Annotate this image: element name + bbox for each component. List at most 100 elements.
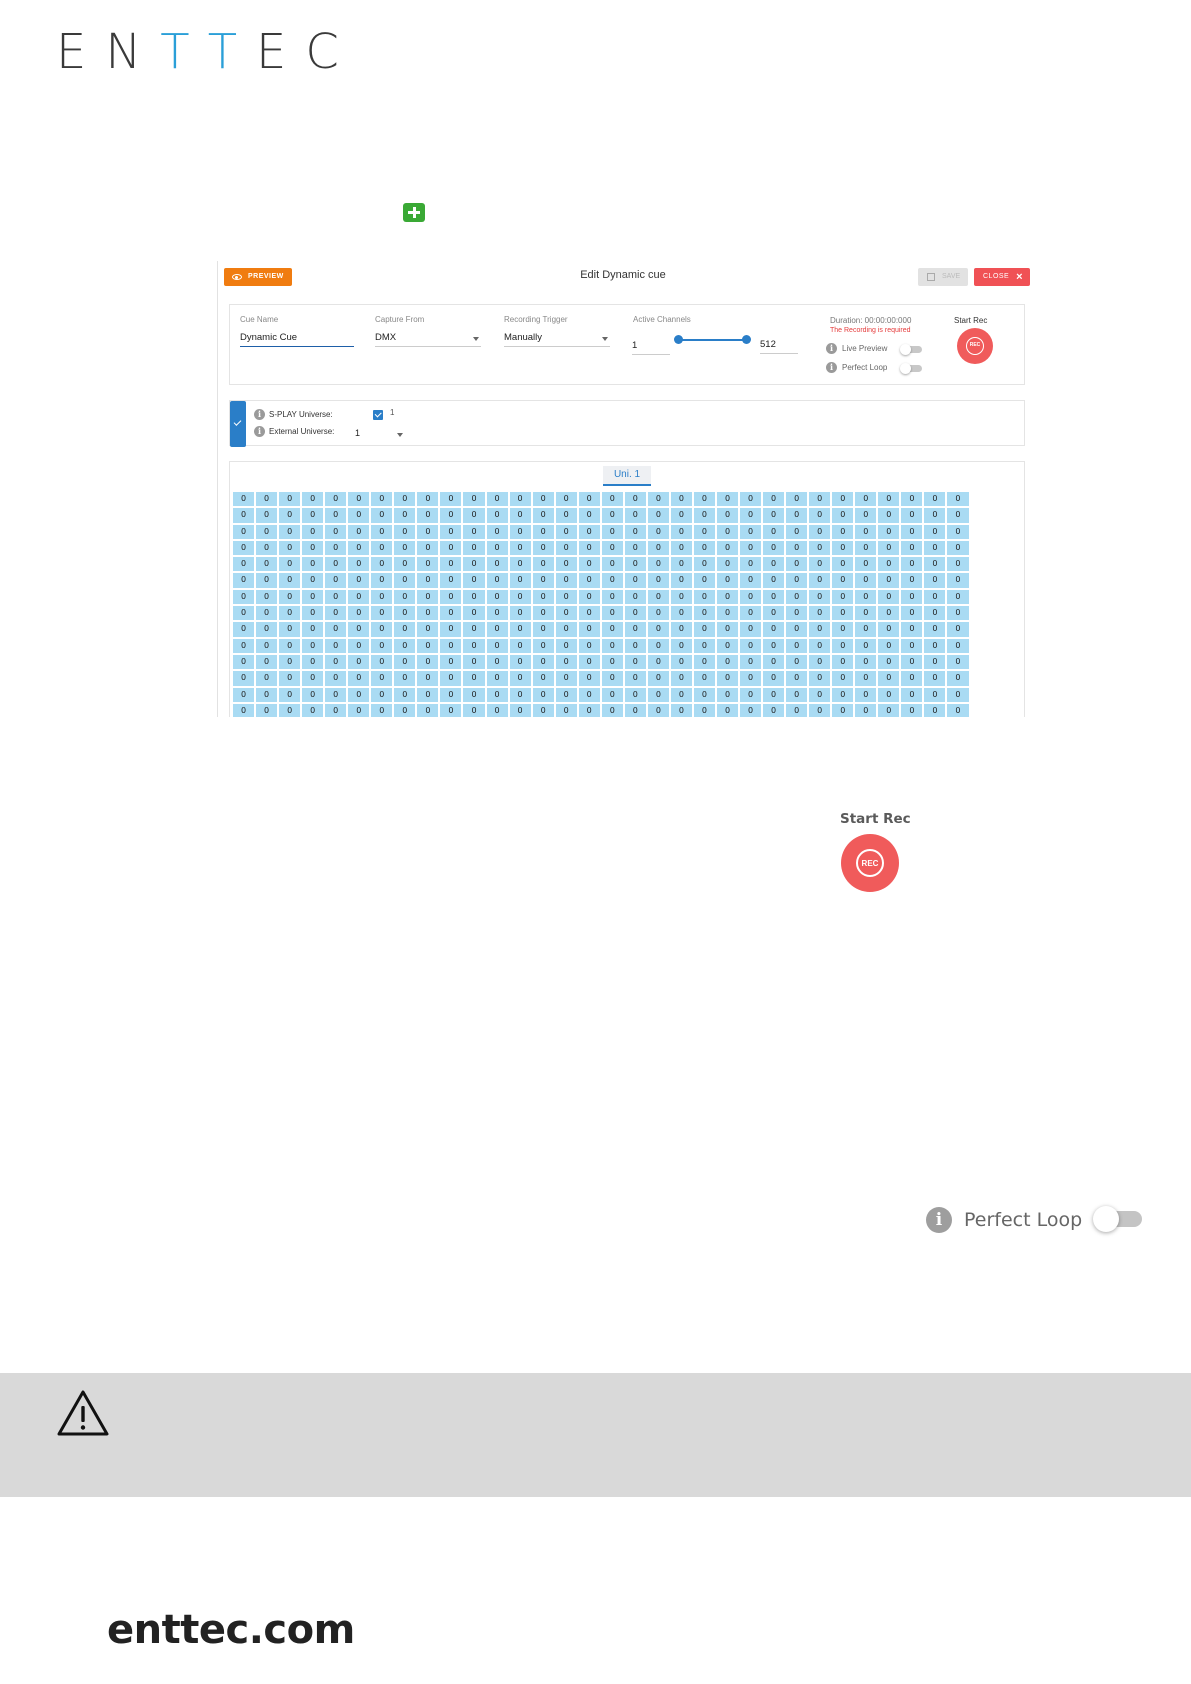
channel-range-slider[interactable] [678,339,746,341]
tab-universe-1[interactable]: Uni. 1 [603,466,651,486]
dmx-channel-cell: 0 [578,638,600,653]
dmx-channel-cell: 0 [302,638,324,653]
dmx-channel-cell: 0 [440,687,462,702]
dmx-channel-cell: 0 [578,687,600,702]
dmx-channel-cell: 0 [947,589,969,605]
dmx-channel-cell: 0 [601,540,623,556]
dmx-channel-cell: 0 [901,703,923,717]
dmx-channel-cell: 0 [901,589,923,605]
dmx-channel-cell: 0 [878,687,900,702]
dmx-channel-cell: 0 [809,671,831,686]
dmx-channel-cell: 0 [463,540,485,556]
website-footer[interactable]: enttec.com [107,1607,355,1653]
dmx-channel-cell: 0 [325,540,347,556]
dmx-channel-cell: 0 [763,654,785,670]
slider-end-handle[interactable] [742,335,751,344]
preview-button[interactable]: PREVIEW [224,268,292,286]
save-button[interactable]: SAVE [918,268,968,286]
dmx-channel-cell: 0 [786,687,808,702]
slider-start-handle[interactable] [674,335,683,344]
dmx-channel-cell: 0 [509,622,531,637]
dmx-channel-cell: 0 [394,524,416,539]
dmx-channel-cell: 0 [647,654,669,670]
zoomed-perfect-loop-toggle[interactable] [1093,1206,1142,1232]
dmx-channel-cell: 0 [601,589,623,605]
dmx-channel-cell: 0 [855,654,877,670]
dmx-channel-cell: 0 [486,654,508,670]
close-label: CLOSE [983,273,1010,280]
dmx-channel-cell: 0 [786,557,808,572]
dmx-channel-cell: 0 [440,540,462,556]
channel-from-input[interactable]: 1 [632,340,670,355]
dmx-channel-cell: 0 [348,638,370,653]
dmx-channel-cell: 0 [256,622,278,637]
dmx-channel-cell: 0 [417,492,439,507]
dmx-channel-cell: 0 [279,508,301,523]
dmx-channel-cell: 0 [855,622,877,637]
recording-trigger-field[interactable]: Recording Trigger Manually [504,315,610,347]
active-channels-field: Active Channels [633,315,773,324]
dmx-channel-cell: 0 [693,540,715,556]
dmx-channel-cell: 0 [924,524,946,539]
zoomed-start-rec-button[interactable]: REC [841,834,899,892]
external-universe-select[interactable]: 1 [355,428,405,440]
dmx-channel-cell: 0 [832,654,854,670]
dmx-channel-cell: 0 [509,703,531,717]
dmx-channel-cell: 0 [693,606,715,621]
dmx-channel-cell: 0 [486,589,508,605]
dmx-channel-cell: 0 [463,508,485,523]
dmx-channel-cell: 0 [371,687,393,702]
cue-name-input[interactable]: Dynamic Cue [240,332,354,347]
dmx-channel-cell: 0 [716,508,739,523]
dmx-channel-cell: 0 [601,557,623,572]
close-button[interactable]: CLOSE × [974,268,1030,286]
dmx-channel-cell: 0 [348,606,370,621]
dmx-channel-cell: 0 [901,492,923,507]
dmx-channel-cell: 0 [256,703,278,717]
dmx-channel-cell: 0 [233,671,255,686]
info-icon: i [926,1207,952,1233]
capture-from-select[interactable]: DMX [375,332,481,347]
cue-name-field[interactable]: Cue Name Dynamic Cue [240,315,354,347]
dmx-channel-cell: 0 [901,557,923,572]
dmx-channel-cell: 0 [578,606,600,621]
dmx-channel-cell: 0 [647,573,669,588]
channel-to-input[interactable]: 512 [760,339,798,354]
dmx-channel-cell: 0 [486,606,508,621]
dmx-channel-cell: 0 [509,589,531,605]
dmx-channel-cell: 0 [555,703,577,717]
dmx-channel-cell: 0 [417,508,439,523]
dmx-channel-cell: 0 [809,524,831,539]
recording-trigger-select[interactable]: Manually [504,332,610,347]
zoomed-perfect-loop-label: Perfect Loop [964,1209,1083,1231]
dmx-channel-cell: 0 [878,524,900,539]
dmx-channel-cell: 0 [924,508,946,523]
splay-universe-checkbox[interactable] [373,410,383,420]
start-rec-button[interactable]: REC [957,328,993,364]
dmx-channel-cell: 0 [763,492,785,507]
dmx-channel-cell: 0 [555,671,577,686]
dmx-channel-cell: 0 [440,671,462,686]
dmx-channel-cell: 0 [670,589,692,605]
capture-from-field[interactable]: Capture From DMX [375,315,481,347]
live-preview-toggle[interactable] [900,344,922,355]
dmx-channel-cell: 0 [693,622,715,637]
dmx-channel-cell: 0 [763,703,785,717]
dmx-channel-cell: 0 [624,573,646,588]
dmx-channel-cell: 0 [947,638,969,653]
dmx-channel-cell: 0 [532,540,554,556]
info-icon: i [826,362,837,373]
dmx-channel-cell: 0 [716,557,739,572]
dmx-channel-cell: 0 [786,671,808,686]
dmx-channel-cell: 0 [509,638,531,653]
collapse-tab[interactable] [230,401,246,447]
dmx-channel-cell: 0 [924,687,946,702]
dmx-channel-cell: 0 [624,671,646,686]
dmx-channel-cell: 0 [325,557,347,572]
dmx-channel-cell: 0 [947,540,969,556]
perfect-loop-toggle[interactable] [900,363,922,374]
dmx-channel-cell: 0 [440,524,462,539]
dmx-channel-cell: 0 [463,638,485,653]
dmx-channel-cell: 0 [855,557,877,572]
dmx-channel-cell: 0 [509,573,531,588]
